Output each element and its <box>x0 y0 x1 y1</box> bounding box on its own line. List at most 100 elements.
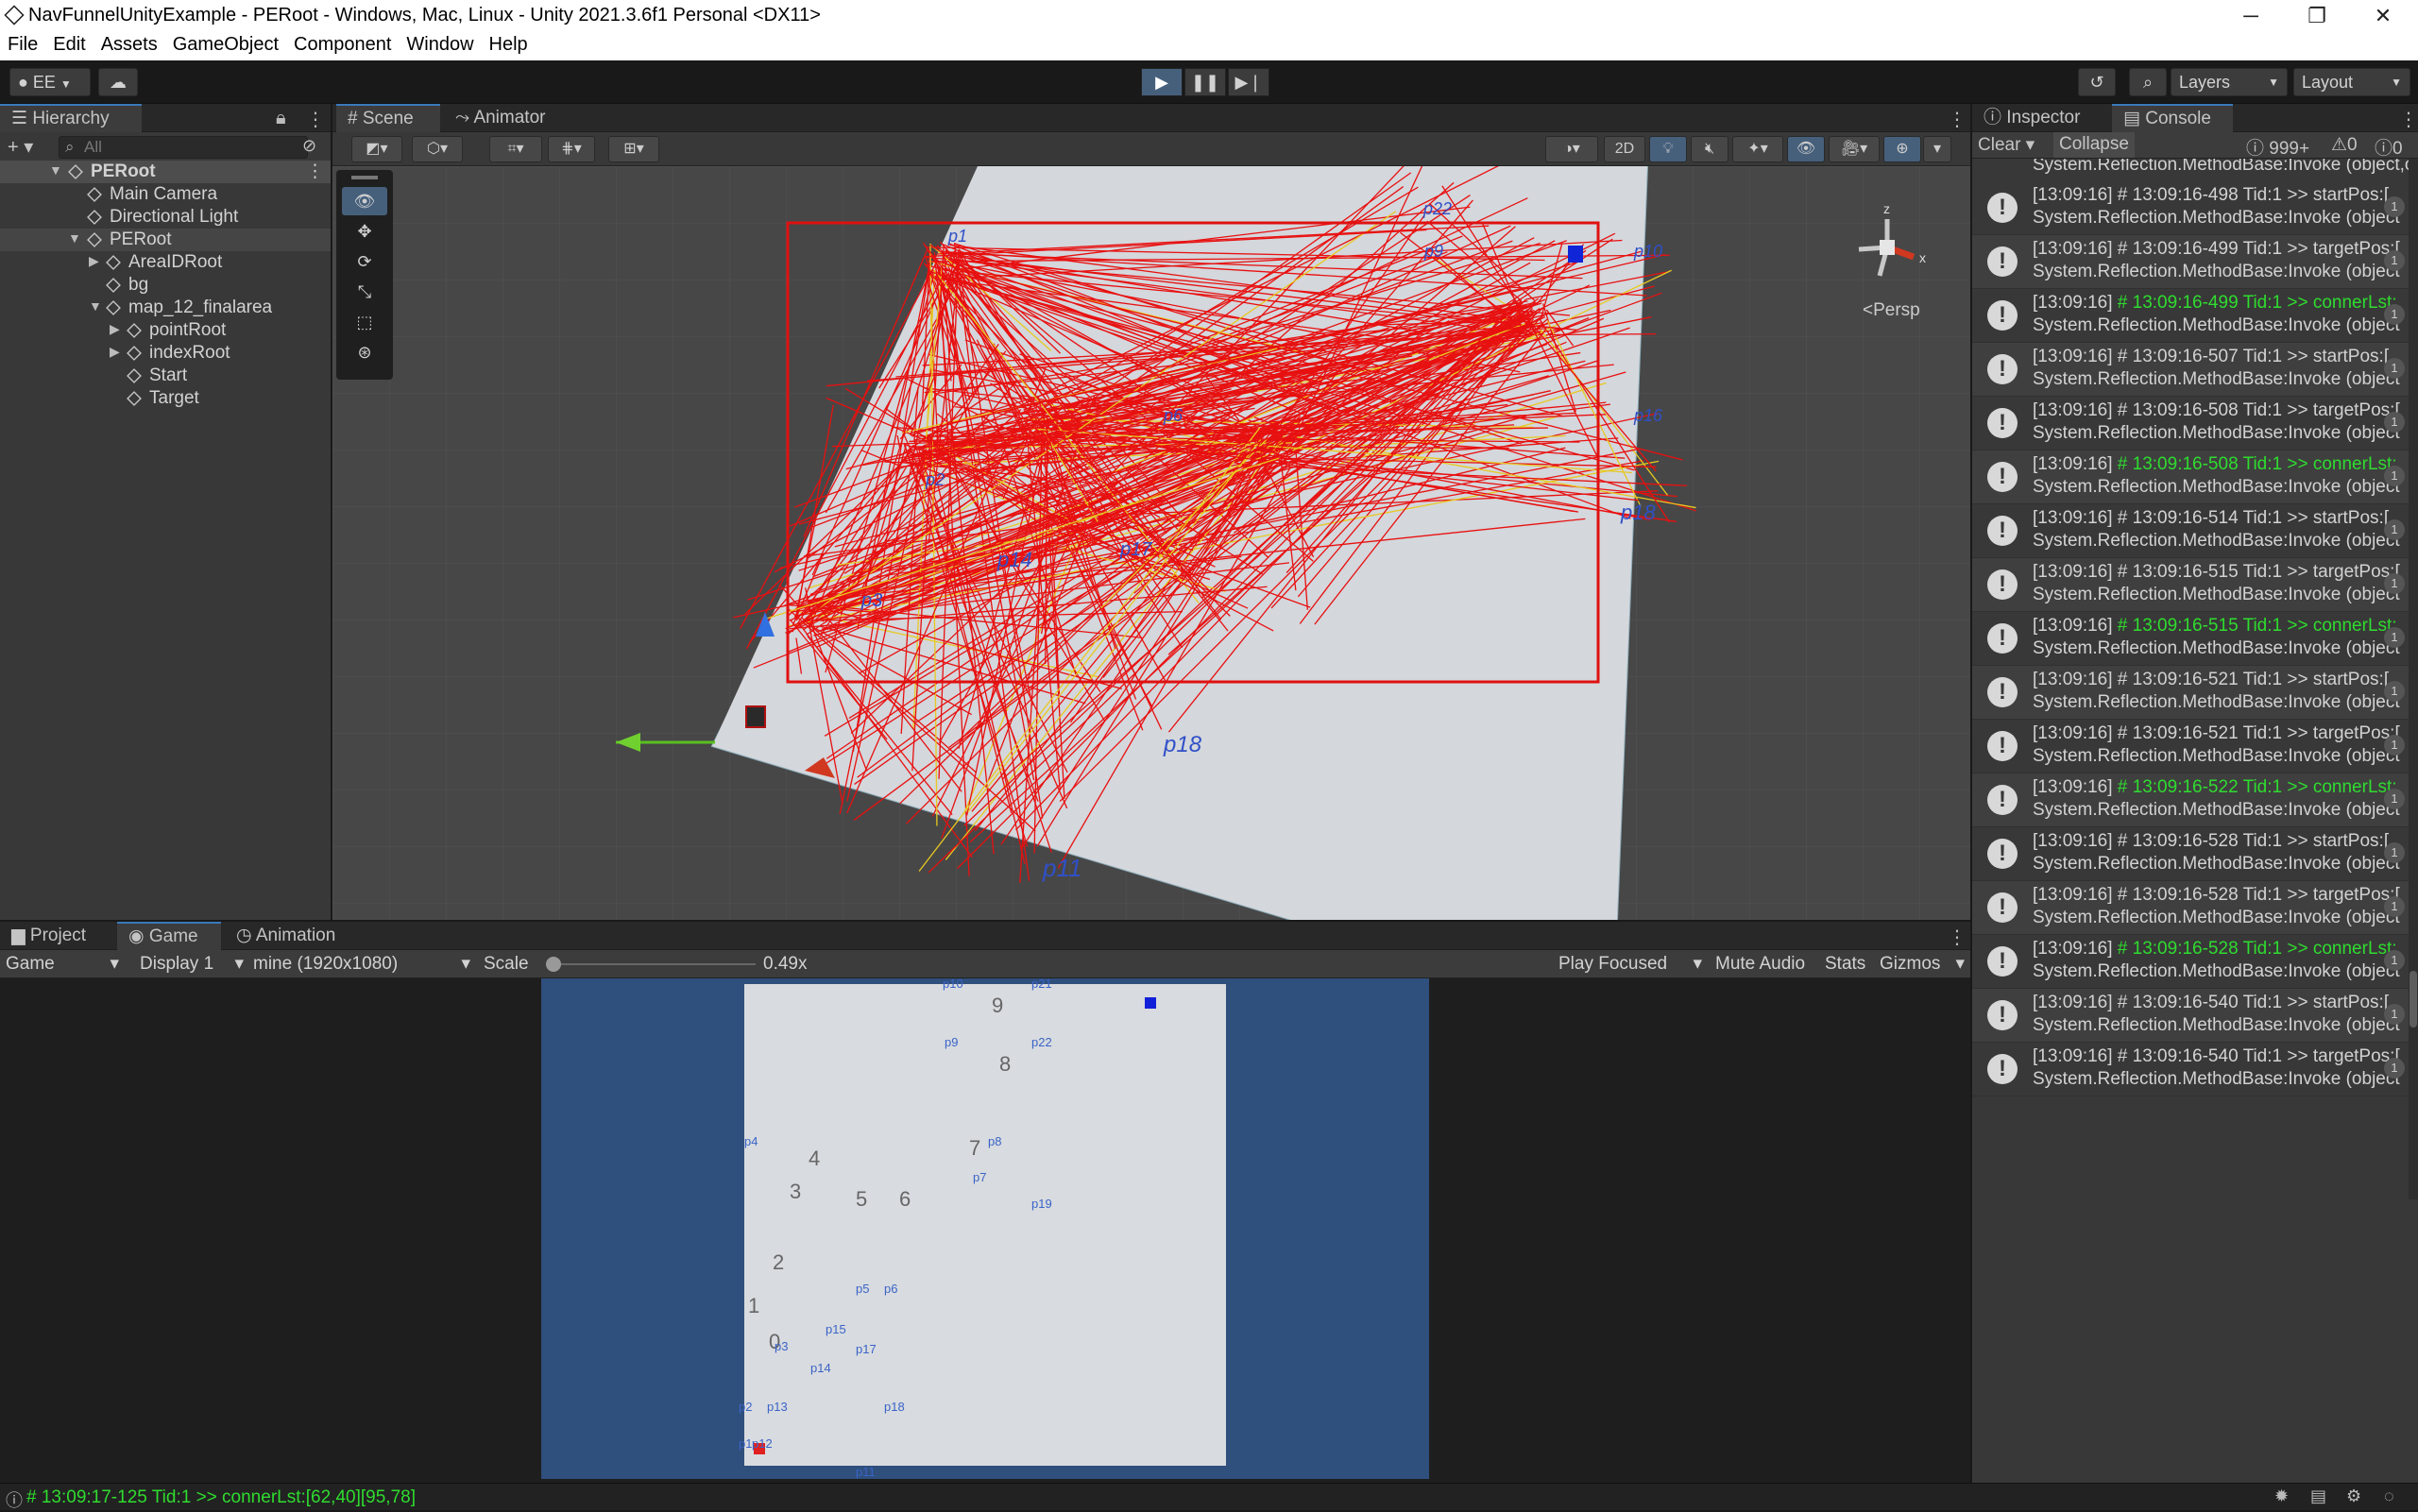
hierarchy-item-start[interactable]: Start <box>0 365 331 387</box>
scale-slider[interactable] <box>546 957 756 972</box>
scene-viewport[interactable]: p1 p22 p9 p10 p2 p14 p17 p16 p3 p18 p11 … <box>332 166 1970 920</box>
tab-inspector[interactable]: ⓘ Inspector <box>1972 104 2104 132</box>
view-tool-button[interactable]: 👁︎ <box>342 187 387 215</box>
tab-console[interactable]: ▤ Console <box>2112 104 2233 132</box>
warn-count-toggle[interactable]: ⚠0 <box>2331 134 2358 156</box>
debug-icon[interactable]: ⚙ <box>2346 1487 2361 1506</box>
menu-component[interactable]: Component <box>286 32 399 56</box>
expand-arrow-icon[interactable]: ▼ <box>49 162 62 178</box>
perspective-label[interactable]: <Persp <box>1863 300 1920 321</box>
console-entry[interactable]: ! [13:09:16] # 13:09:16-499 Tid:1 >> targ… <box>1972 235 2409 289</box>
hierarchy-item-map[interactable]: ▼ map_12_finalarea <box>0 297 331 319</box>
layers-dropdown[interactable]: Layers ▼ <box>2171 68 2288 96</box>
progress-icon[interactable]: ◌ <box>2384 1487 2394 1506</box>
2d-toggle-button[interactable]: 2D <box>1604 136 1645 162</box>
pause-button[interactable]: ❚❚ <box>1184 68 1226 96</box>
kebab-menu-icon[interactable]: ⋮ <box>306 108 325 131</box>
shading-mode-dropdown[interactable]: ◑▾ <box>1545 136 1598 162</box>
hidden-objects-toggle[interactable]: 👁︎ <box>1787 136 1825 162</box>
play-button[interactable]: ▶ <box>1141 68 1183 96</box>
expand-arrow-icon[interactable]: ▼ <box>68 230 81 246</box>
expand-arrow-icon[interactable]: ▼ <box>89 298 102 314</box>
hierarchy-item-arealdroot[interactable]: ▶ AreaIDRoot <box>0 251 331 274</box>
hierarchy-item-directional-light[interactable]: Directional Light <box>0 206 331 229</box>
hierarchy-item-target[interactable]: Target <box>0 387 331 410</box>
console-list[interactable]: ! [13:09:16] # 13:09:16-498 Tid:1 >> star… <box>1972 181 2409 1164</box>
history-button[interactable]: ↺ <box>2078 68 2116 96</box>
console-entry[interactable]: ! [13:09:16] # 13:09:16-508 Tid:1 >> targ… <box>1972 397 2409 450</box>
collapse-arrow-icon[interactable]: ▶ <box>89 253 99 269</box>
console-entry[interactable]: ! [13:09:16] # 13:09:16-528 Tid:1 >> conn… <box>1972 935 2409 989</box>
step-button[interactable]: ▶❘ <box>1228 68 1269 96</box>
gizmos-toggle[interactable]: ⊕ <box>1883 136 1921 162</box>
menu-assets[interactable]: Assets <box>94 32 165 56</box>
grid-visibility-button[interactable]: ⊞▾ <box>608 136 659 162</box>
console-entry[interactable]: ! [13:09:16] # 13:09:16-528 Tid:1 >> targ… <box>1972 881 2409 935</box>
collapse-arrow-icon[interactable]: ▶ <box>110 321 120 337</box>
console-entry[interactable]: ! [13:09:16] # 13:09:16-528 Tid:1 >> star… <box>1972 827 2409 881</box>
menu-window[interactable]: Window <box>399 32 481 56</box>
start-cube[interactable] <box>745 705 766 728</box>
cache-server-icon[interactable]: ▤ <box>2310 1487 2326 1506</box>
tab-project[interactable]: ▆ Project <box>0 922 117 950</box>
hierarchy-item-pointroot[interactable]: ▶ pointRoot <box>0 319 331 342</box>
scale-tool-button[interactable]: ⤡ <box>342 278 387 306</box>
lighting-status-icon[interactable]: ✹ <box>2274 1487 2289 1506</box>
maximize-button[interactable]: ❐ <box>2284 0 2350 32</box>
console-scrollbar[interactable] <box>2409 159 2418 1199</box>
snap-increment-button[interactable]: ⋕▾ <box>548 136 595 162</box>
log-count-toggle[interactable]: ⓘ 999+ <box>2246 134 2309 160</box>
collapse-button[interactable]: Collapse <box>2053 132 2135 158</box>
menu-file[interactable]: File <box>0 32 45 56</box>
search-button[interactable]: ⌕ <box>2129 68 2167 96</box>
kebab-menu-icon[interactable]: ⋮ <box>1948 108 1967 131</box>
console-entry[interactable]: ! [13:09:16] # 13:09:16-498 Tid:1 >> star… <box>1972 181 2409 235</box>
close-button[interactable]: ✕ <box>2350 0 2416 32</box>
console-entry[interactable]: ! [13:09:16] # 13:09:16-515 Tid:1 >> targ… <box>1972 558 2409 612</box>
effects-dropdown[interactable]: ✦▾ <box>1732 136 1783 162</box>
tab-hierarchy[interactable]: ☰ Hierarchy <box>0 104 142 132</box>
mute-audio-toggle[interactable]: Mute Audio <box>1710 952 1811 977</box>
rotate-tool-button[interactable]: ⟳ <box>342 247 387 276</box>
clear-button[interactable]: Clear ▾ <box>1978 134 2035 156</box>
hierarchy-item-indexroot[interactable]: ▶ indexRoot <box>0 342 331 365</box>
orientation-gizmo[interactable]: z x <box>1840 191 1944 295</box>
error-count-toggle[interactable]: ⓘ0 <box>2375 134 2403 160</box>
drag-handle[interactable] <box>351 176 378 179</box>
kebab-menu-icon[interactable]: ⋮ <box>306 161 324 182</box>
game-view[interactable]: 9 8 7 4 3 5 6 2 1 0 p10 p21 p9 p22 p4 p8 p7 p19 p5 p6 p15 p3 p… <box>0 977 1970 1483</box>
status-message[interactable]: # 13:09:17-125 Tid:1 >> connerLst:[62,40… <box>26 1487 416 1508</box>
tab-game[interactable]: ◉ Game <box>117 922 221 950</box>
console-entry[interactable]: ! [13:09:16] # 13:09:16-499 Tid:1 >> conn… <box>1972 289 2409 343</box>
layout-dropdown[interactable]: Layout ▼ <box>2293 68 2410 96</box>
account-dropdown[interactable]: ● EE ▼ <box>9 68 91 96</box>
game-view-dropdown[interactable]: Game ▾ <box>0 952 123 977</box>
gizmos-dropdown[interactable]: ▾ <box>1923 136 1951 162</box>
hierarchy-item-main-camera[interactable]: Main Camera <box>0 183 331 206</box>
console-entry[interactable]: ! [13:09:16] # 13:09:16-515 Tid:1 >> conn… <box>1972 612 2409 666</box>
console-entry[interactable]: ! [13:09:16] # 13:09:16-508 Tid:1 >> conn… <box>1972 450 2409 504</box>
gizmos-dropdown[interactable]: Gizmos ▾ <box>1874 952 1968 977</box>
hierarchy-item-peroot[interactable]: ▼ PERoot <box>0 229 331 251</box>
minimize-button[interactable]: ─ <box>2218 0 2284 32</box>
scrollbar-thumb[interactable] <box>2409 971 2417 1028</box>
lock-icon[interactable]: 🔒︎ <box>276 108 286 129</box>
grid-snap-button[interactable]: ⌗▾ <box>489 136 542 162</box>
scene-visibility-icon[interactable]: ⊘ <box>302 136 316 156</box>
audio-toggle-button[interactable]: 🔇︎ <box>1691 136 1728 162</box>
collapse-arrow-icon[interactable]: ▶ <box>110 344 120 360</box>
console-entry[interactable]: ! [13:09:16] # 13:09:16-540 Tid:1 >> star… <box>1972 989 2409 1043</box>
display-dropdown[interactable]: Display 1 ▾ <box>134 952 247 977</box>
hierarchy-item-bg[interactable]: bg <box>0 274 331 297</box>
tab-scene[interactable]: # Scene <box>336 104 440 132</box>
transform-tool-button[interactable]: ⊛ <box>342 338 387 366</box>
tab-animation[interactable]: ◷ Animation <box>225 922 361 950</box>
draw-mode-dropdown[interactable]: ◩▾ <box>351 136 402 162</box>
resolution-dropdown[interactable]: mine (1920x1080) ▾ <box>247 952 474 977</box>
rect-tool-button[interactable]: ⬚ <box>342 308 387 336</box>
play-focused-dropdown[interactable]: Play Focused ▾ <box>1553 952 1706 977</box>
menu-help[interactable]: Help <box>482 32 536 56</box>
render-mode-dropdown[interactable]: ⬡▾ <box>412 136 463 162</box>
console-entry[interactable]: ! [13:09:16] # 13:09:16-540 Tid:1 >> targ… <box>1972 1043 2409 1096</box>
console-entry[interactable]: ! [13:09:16] # 13:09:16-514 Tid:1 >> star… <box>1972 504 2409 558</box>
